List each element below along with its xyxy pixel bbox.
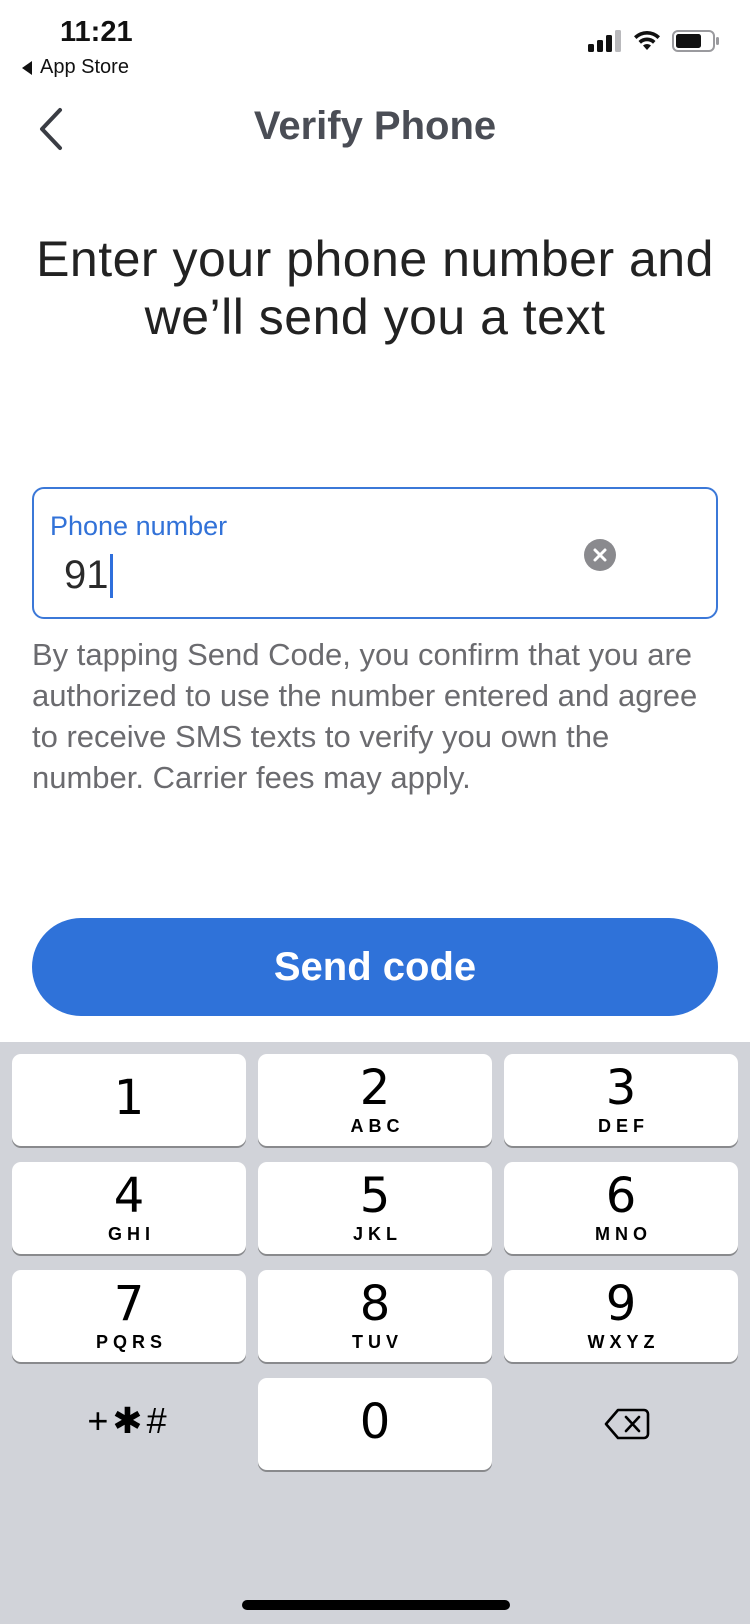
key-letters: WXYZ [587, 1332, 660, 1352]
clear-x-icon [593, 548, 607, 562]
key-number: 2 [359, 1060, 391, 1116]
key-number: 1 [113, 1070, 145, 1126]
headline-line-1: Enter your phone number and [36, 231, 714, 287]
phone-number-value: 91 [64, 553, 109, 597]
text-caret [109, 553, 113, 598]
key-number: 0 [359, 1394, 391, 1450]
status-icons [588, 30, 720, 52]
key-number: 6 [605, 1168, 637, 1224]
key-1[interactable]: 1 [12, 1054, 246, 1146]
key-letters: DEF [598, 1116, 649, 1136]
key-letters: TUV [352, 1332, 403, 1352]
key-0[interactable]: 0 [258, 1378, 492, 1470]
key-number: 3 [605, 1060, 637, 1116]
back-triangle-icon [22, 60, 32, 75]
key-letters: ABC [350, 1116, 405, 1136]
home-indicator[interactable] [242, 1600, 510, 1610]
sms-disclaimer: By tapping Send Code, you confirm that y… [32, 637, 698, 795]
battery-icon [672, 30, 719, 52]
key-9[interactable]: 9 WXYZ [504, 1270, 738, 1362]
symbols-label: +✱# [87, 1400, 171, 1441]
key-8[interactable]: 8 TUV [258, 1270, 492, 1362]
back-app-label: App Store [40, 56, 129, 78]
key-7[interactable]: 7 PQRS [12, 1270, 246, 1362]
backspace-icon [604, 1408, 650, 1440]
key-number: 4 [113, 1168, 145, 1224]
key-4[interactable]: 4 GHI [12, 1162, 246, 1254]
back-button[interactable] [34, 104, 74, 154]
clear-input-button[interactable] [584, 539, 616, 571]
chevron-left-icon [40, 108, 62, 150]
key-number: 5 [359, 1168, 391, 1224]
key-letters: GHI [107, 1224, 155, 1244]
key-number: 8 [359, 1276, 391, 1332]
wifi-icon [634, 30, 660, 50]
key-letters: PQRS [95, 1332, 167, 1352]
cellular-signal-icon [588, 30, 621, 52]
key-3[interactable]: 3 DEF [504, 1054, 738, 1146]
page-title: Verify Phone [253, 104, 497, 148]
key-2[interactable]: 2 ABC [258, 1054, 492, 1146]
numeric-keypad: 1 2 ABC 3 DEF 4 GHI 5 JKL 6 MNO 7 PQRS 8… [0, 1042, 750, 1624]
key-symbols[interactable]: +✱# [12, 1378, 246, 1470]
key-5[interactable]: 5 JKL [258, 1162, 492, 1254]
key-6[interactable]: 6 MNO [504, 1162, 738, 1254]
key-number: 7 [113, 1276, 145, 1332]
key-letters: MNO [595, 1224, 652, 1244]
delete-key[interactable] [504, 1378, 738, 1470]
phone-number-input[interactable]: 91 [64, 553, 113, 598]
send-code-button[interactable]: Send code [32, 918, 718, 1016]
back-to-app-store[interactable]: App Store [22, 56, 129, 79]
status-time: 11:21 [60, 16, 133, 48]
key-letters: JKL [352, 1224, 402, 1244]
key-number: 9 [605, 1276, 637, 1332]
headline-line-2: we’ll send you a text [144, 289, 606, 345]
headline: Enter your phone number and we’ll send y… [0, 230, 750, 346]
phone-number-label: Phone number [50, 511, 228, 541]
phone-number-field[interactable]: Phone number 91 [32, 487, 718, 619]
